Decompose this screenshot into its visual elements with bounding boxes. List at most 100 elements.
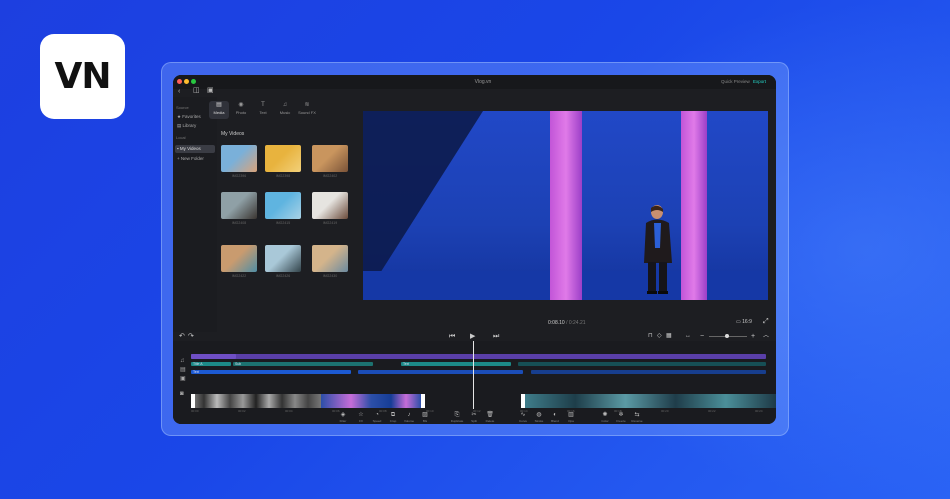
media-thumbnail[interactable] [265, 245, 301, 272]
collapse-icon[interactable]: ︿ [763, 332, 769, 341]
crop-icon: ⧉ [390, 412, 396, 418]
text-track-clip[interactable]: Title A [191, 362, 231, 366]
tool-crop[interactable]: ⧉ Crop [385, 412, 401, 423]
tool-blend[interactable]: ◐ Blend [547, 412, 563, 423]
tab-photo[interactable]: ◉ Photo [231, 101, 251, 119]
time-readout: 0:08.10 / 0:24.21 [548, 320, 586, 326]
tool-label: Reverse [631, 419, 643, 423]
video-clip-bw[interactable] [191, 394, 321, 408]
text-icon: T [261, 102, 265, 108]
media-thumbnail[interactable] [312, 245, 348, 272]
sidebar-toggle-icon[interactable]: ◫ [193, 86, 200, 96]
playhead[interactable] [473, 341, 474, 409]
text-track-clip[interactable]: Text [401, 362, 511, 366]
tab-label: Music [279, 110, 291, 115]
zoom-window-button[interactable] [191, 79, 196, 84]
tool-split[interactable]: ✂ Split [466, 412, 482, 423]
text-track-clip[interactable]: Sub [233, 362, 373, 366]
media-thumbnail[interactable] [221, 245, 257, 272]
sticker-track-clip[interactable]: Text [191, 370, 351, 374]
tool-duplicate[interactable]: ⎘ Duplicate [449, 412, 465, 423]
media-thumbnail[interactable] [221, 192, 257, 219]
sidebar-item-label: Library [182, 123, 197, 128]
tab-sound-fx[interactable]: ≋ Sound FX [297, 101, 317, 119]
current-time: 0:08.10 [548, 320, 565, 326]
aspect-ratio-button[interactable]: ▭ 16:9 [736, 318, 752, 327]
total-time: / 0:24.21 [564, 320, 586, 326]
skip-forward-icon[interactable]: ⏭ [493, 332, 499, 341]
video-clip-teal[interactable] [525, 394, 776, 408]
media-thumbnail[interactable] [265, 145, 301, 172]
transition-marker[interactable] [421, 394, 425, 408]
media-panel-icon[interactable]: ▣ [207, 86, 214, 96]
fullscreen-icon[interactable]: ⤢ [763, 317, 769, 326]
tool-label: Duplicate [450, 419, 464, 423]
video-preview[interactable] [363, 111, 768, 300]
zoom-slider[interactable] [709, 334, 747, 338]
skip-back-icon[interactable]: ⏮ [449, 332, 455, 341]
text-clip-label: Sub [235, 362, 242, 366]
clip-handle-left[interactable] [191, 394, 195, 408]
media-thumbnail[interactable] [312, 192, 348, 219]
tool-freeze[interactable]: ❄ Freeze [613, 412, 629, 423]
tab-music[interactable]: ♫ Music [275, 101, 295, 119]
back-arrow-icon[interactable]: ‹ [178, 87, 180, 97]
tool-stroke[interactable]: ◍ Stroke [531, 412, 547, 423]
media-thumbnail[interactable] [221, 145, 257, 172]
tool-curve[interactable]: ∿ Curve [515, 412, 531, 423]
close-window-button[interactable] [177, 79, 182, 84]
tool-volume[interactable]: ♪ Volume [401, 412, 417, 423]
zoom-in-icon[interactable]: + [751, 332, 755, 341]
sidebar-item-new-folder[interactable]: + New Folder [175, 155, 215, 163]
tool-label: BG [422, 419, 428, 423]
layers-icon[interactable]: ▦ [666, 332, 672, 341]
sidebar-section-local: Local [176, 135, 186, 140]
media-thumbnail[interactable] [312, 145, 348, 172]
play-icon[interactable]: ▶ [470, 332, 475, 341]
tool-filter[interactable]: ◈ Filter [335, 412, 351, 423]
zoom-slider-knob[interactable] [725, 334, 729, 338]
tool-reverse[interactable]: ⇆ Reverse [629, 412, 645, 423]
media-thumbnail[interactable] [265, 192, 301, 219]
soundfx-icon: ≋ [304, 102, 310, 108]
music-track-clip[interactable]: Backgrounds [191, 354, 766, 359]
photo-icon: ◉ [238, 102, 244, 108]
snap-icon[interactable]: ⊓ [648, 332, 653, 341]
tool-bg[interactable]: ▨ BG [417, 412, 433, 423]
tool-fx[interactable]: ☆ FX [353, 412, 369, 423]
tool-opacity[interactable]: ▥ Opa [563, 412, 579, 423]
keyframe-icon[interactable]: ◇ [657, 332, 662, 341]
media-caption: IMG2396 [231, 174, 247, 178]
speed-icon: ◔ [375, 412, 379, 418]
app-window: ‹ ◫ ▣ Vlog.vn Quick Preview Export Sourc… [173, 75, 776, 424]
tool-label: Curve [518, 419, 527, 423]
quick-preview-button[interactable]: Quick Preview [721, 79, 750, 84]
sidebar-item-my-videos[interactable]: ▪ My Videos [175, 145, 215, 153]
tool-color[interactable]: ✺ Color [597, 412, 613, 423]
zoom-out-icon[interactable]: − [700, 332, 704, 341]
minimize-window-button[interactable] [184, 79, 189, 84]
tool-label: Freeze [616, 419, 626, 423]
tool-label: FX [359, 419, 363, 423]
video-track[interactable] [191, 394, 776, 408]
video-clip-blue[interactable] [321, 394, 421, 408]
tool-speed[interactable]: ◔ Speed [369, 412, 385, 423]
export-button[interactable]: Export [753, 79, 766, 84]
media-tabs: ▤ Media ◉ Photo T Text ♫ Music ≋ Sound FX [209, 101, 359, 119]
tool-delete[interactable]: 🗑 Delete [482, 412, 498, 423]
sticker-track-clip[interactable] [531, 370, 766, 374]
sidebar-item-library[interactable]: ▤ Library [175, 122, 215, 130]
music-clip-selected[interactable] [191, 354, 236, 359]
fit-icon[interactable]: ↔ [685, 332, 691, 341]
tab-text[interactable]: T Text [253, 101, 273, 119]
text-track-clip[interactable] [518, 362, 766, 366]
preview-pillar [681, 111, 707, 300]
preview-person [644, 205, 672, 294]
tool-label: Blend [551, 419, 559, 423]
redo-icon[interactable]: ↷ [188, 332, 194, 341]
tab-media[interactable]: ▤ Media [209, 101, 229, 119]
tab-label: Photo [235, 110, 247, 115]
sticker-track-clip[interactable] [358, 370, 523, 374]
clip-handle-right[interactable] [521, 394, 525, 408]
undo-icon[interactable]: ↶ [179, 332, 185, 341]
